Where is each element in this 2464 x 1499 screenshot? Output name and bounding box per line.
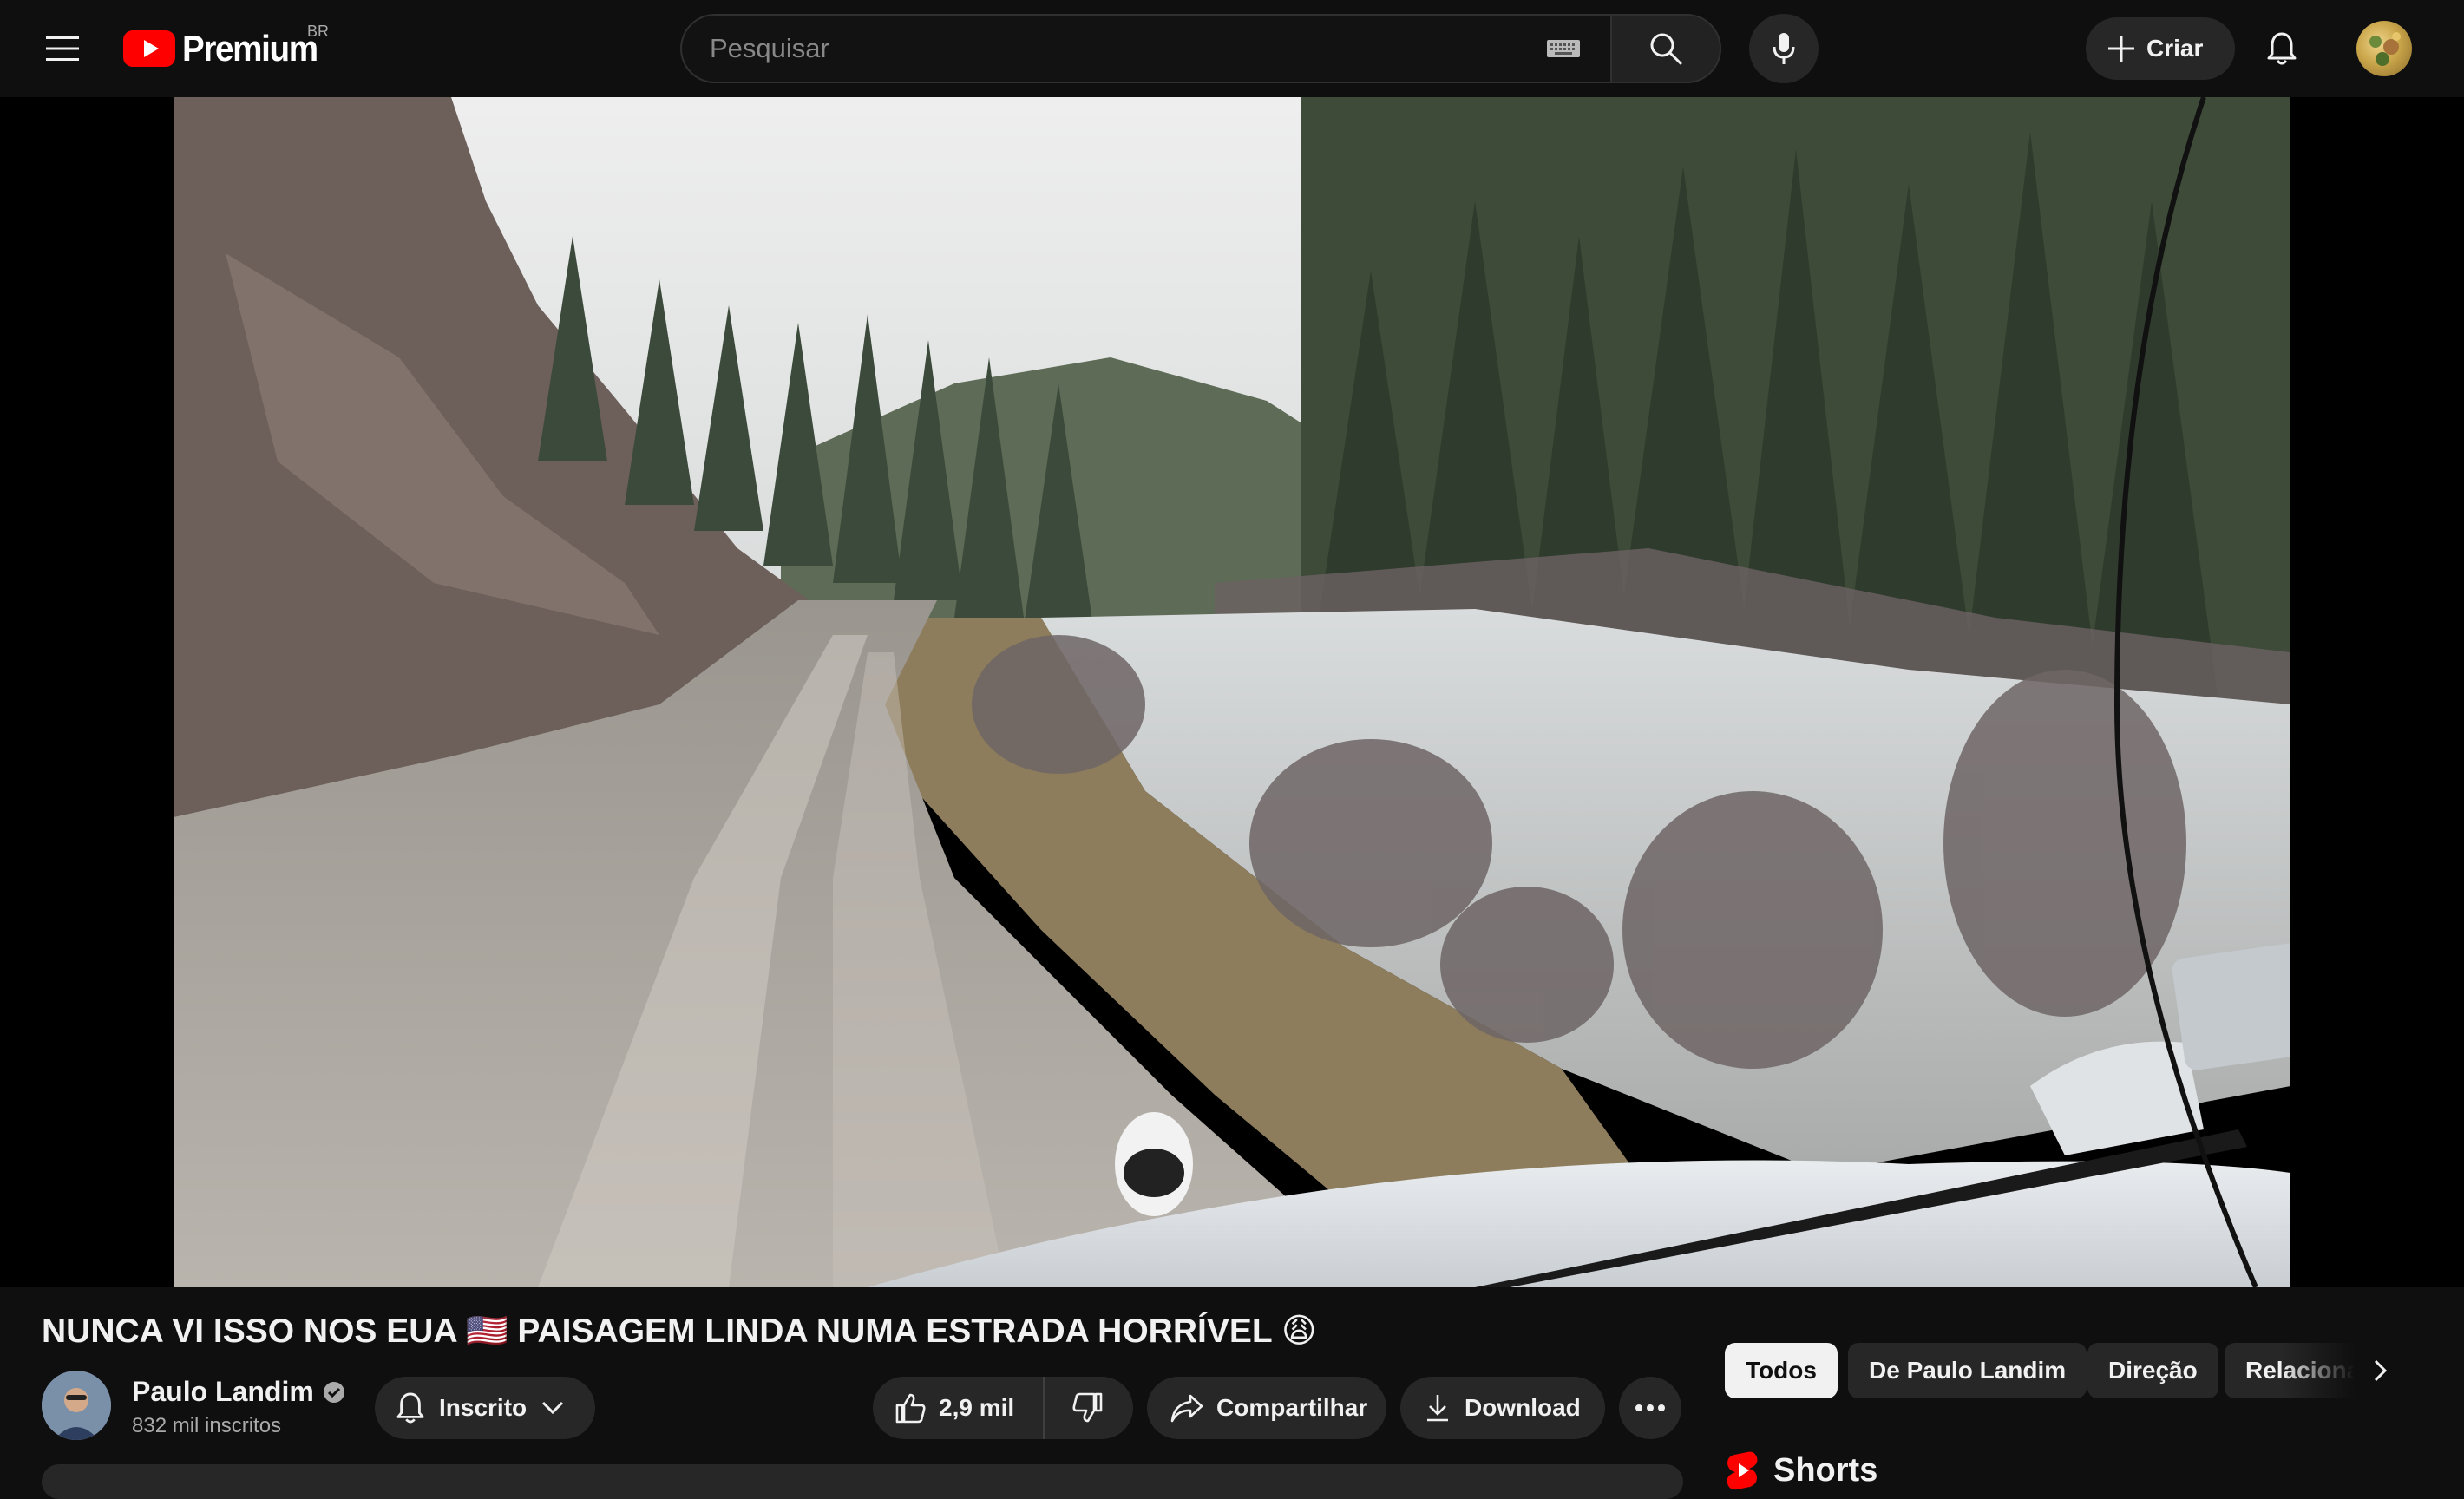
youtube-premium-logo[interactable]: Premium xyxy=(123,26,329,71)
region-code: BR xyxy=(307,23,330,40)
download-icon xyxy=(1427,1395,1448,1422)
video-title: NUNCA VI ISSO NOS EUA 🇺🇸 PAISAGEM LINDA … xyxy=(42,1312,1317,1350)
voice-search-button[interactable] xyxy=(1749,14,1819,83)
more-actions-button[interactable] xyxy=(1619,1377,1681,1439)
like-dislike-group: 2,9 mil xyxy=(873,1377,1133,1439)
keyboard-icon[interactable] xyxy=(1546,36,1581,61)
create-label: Criar xyxy=(2146,35,2204,62)
menu-button[interactable] xyxy=(31,17,94,80)
subscriber-count: 832 mil inscritos xyxy=(132,1414,282,1437)
create-button[interactable]: Criar xyxy=(2086,17,2235,80)
bell-icon xyxy=(396,1392,424,1424)
plus-icon xyxy=(2108,36,2134,62)
more-horizontal-icon xyxy=(1635,1404,1665,1411)
search-input[interactable] xyxy=(710,33,1491,64)
video-scene xyxy=(174,97,2290,1287)
search-button[interactable] xyxy=(1610,14,1721,83)
shorts-icon xyxy=(1727,1451,1758,1490)
video-frame[interactable] xyxy=(174,97,2290,1287)
mic-icon xyxy=(1773,33,1795,64)
account-avatar[interactable] xyxy=(2356,21,2412,76)
thumbs-up-icon xyxy=(895,1393,926,1424)
video-player[interactable] xyxy=(0,97,2464,1287)
subscribed-button[interactable]: Inscrito xyxy=(375,1377,595,1439)
youtube-logo-icon xyxy=(123,30,175,67)
chips-next-button[interactable] xyxy=(2353,1343,2408,1398)
chip-todos[interactable]: Todos xyxy=(1725,1343,1838,1398)
logo-text: Premium xyxy=(182,28,318,69)
share-button[interactable]: Compartilhar xyxy=(1147,1377,1386,1439)
chevron-down-icon xyxy=(542,1401,564,1415)
download-button[interactable]: Download xyxy=(1400,1377,1605,1439)
bell-icon xyxy=(2267,32,2297,65)
channel-name[interactable]: Paulo Landim xyxy=(132,1376,314,1408)
dislike-button[interactable] xyxy=(1045,1377,1131,1439)
channel-avatar-image xyxy=(42,1371,111,1440)
like-count: 2,9 mil xyxy=(939,1394,1015,1421)
thumbs-down-icon xyxy=(1072,1392,1103,1423)
download-label: Download xyxy=(1465,1394,1581,1421)
menu-icon xyxy=(46,36,79,61)
description-box[interactable] xyxy=(42,1464,1683,1499)
shorts-shelf-header: Shorts xyxy=(1725,1450,1877,1490)
avatar-image xyxy=(2369,32,2401,66)
verified-badge-icon xyxy=(323,1381,344,1403)
channel-name-row[interactable]: Paulo Landim xyxy=(132,1376,345,1408)
notifications-button[interactable] xyxy=(2251,17,2313,80)
shorts-title: Shorts xyxy=(1773,1451,1878,1489)
chip-from-channel[interactable]: De Paulo Landim xyxy=(1848,1343,2087,1398)
chevron-right-icon xyxy=(2374,1359,2388,1382)
like-button[interactable]: 2,9 mil xyxy=(873,1377,1045,1439)
search-icon xyxy=(1650,33,1682,65)
subscribed-label: Inscrito xyxy=(439,1394,528,1421)
share-icon xyxy=(1170,1394,1203,1423)
chip-direcao[interactable]: Direção xyxy=(2087,1343,2218,1398)
share-label: Compartilhar xyxy=(1216,1394,1368,1421)
search-box xyxy=(680,14,1612,83)
masthead: Premium BR Pesquisar Criar xyxy=(0,0,2464,97)
channel-avatar[interactable] xyxy=(42,1371,111,1440)
